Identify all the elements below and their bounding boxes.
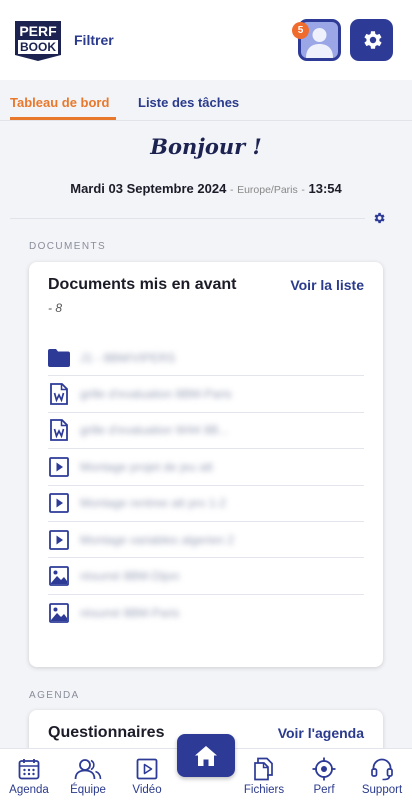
perfbook-logo: PERF BOOK: [15, 21, 61, 61]
list-item[interactable]: résumé 8BM-Paris: [48, 595, 364, 631]
home-button[interactable]: [177, 734, 235, 777]
video-file-icon: [48, 529, 70, 551]
image-file-icon: [48, 565, 70, 587]
notification-badge: 5: [292, 22, 309, 39]
dashboard-settings-gear-icon[interactable]: [372, 211, 386, 225]
nav-label: Vidéo: [132, 784, 162, 796]
current-date: Mardi 03 Septembre 2024: [70, 181, 227, 196]
section-label-agenda: AGENDA: [29, 690, 80, 701]
see-list-link[interactable]: Voir la liste: [290, 277, 364, 293]
divider: [10, 218, 365, 219]
nav-label: Perf: [313, 784, 335, 796]
home-icon: [195, 745, 217, 766]
document-name: Montage variables algerien 2: [80, 532, 235, 547]
team-icon: [74, 757, 102, 781]
nav-label: Équipe: [70, 784, 106, 796]
filter-link[interactable]: Filtrer: [74, 32, 114, 48]
see-agenda-link[interactable]: Voir l'agenda: [278, 725, 364, 741]
tab-bar: Tableau de bord Liste des tâches: [0, 80, 412, 122]
logo-text-top: PERF: [19, 23, 57, 39]
document-name: résumé 8BM-Paris: [80, 605, 180, 620]
document-name: grille d'evaluation 8BM-Paris: [80, 387, 232, 402]
target-icon: [312, 757, 336, 781]
nav-video[interactable]: Vidéo: [119, 749, 175, 800]
time-separator: -: [301, 184, 305, 196]
nav-agenda[interactable]: Agenda: [1, 749, 57, 800]
list-item[interactable]: Montage projet de jeu att: [48, 449, 364, 486]
card-title: Questionnaires: [48, 724, 165, 741]
list-item[interactable]: grille d'evaluation W44 8B...: [48, 413, 364, 450]
headset-icon: [370, 757, 394, 781]
list-item[interactable]: grille d'evaluation 8BM-Paris: [48, 376, 364, 413]
nav-perf[interactable]: Perf: [296, 749, 352, 800]
featured-documents-card: Documents mis en avant Voir la liste - 8…: [29, 262, 383, 667]
tab-dashboard[interactable]: Tableau de bord: [10, 95, 109, 110]
nav-team[interactable]: Équipe: [60, 749, 116, 800]
video-icon: [136, 757, 158, 781]
nav-label: Fichiers: [243, 784, 285, 796]
word-file-icon: [48, 419, 70, 442]
timezone: Europe/Paris: [237, 184, 298, 196]
word-file-icon: [48, 383, 70, 405]
document-name: grille d'evaluation W44 8B...: [80, 423, 229, 438]
document-name: Montage projet de jeu att: [80, 459, 213, 474]
greeting: Bonjour !: [150, 134, 262, 159]
divider: [0, 120, 412, 121]
video-file-icon: [48, 492, 70, 514]
document-list: J1 - 8BM/VIPERS grille d'evaluation 8BM-…: [48, 340, 364, 631]
document-name: Montage rentree att pro 1-2: [80, 496, 227, 511]
current-time: 13:54: [308, 181, 342, 196]
date-line: Mardi 03 Septembre 2024 - Europe/Paris -…: [0, 181, 412, 196]
nav-files[interactable]: Fichiers: [236, 749, 292, 800]
document-name: résumé 8BM-Dijon: [80, 569, 180, 584]
image-file-icon: [48, 602, 70, 624]
video-file-icon: [48, 456, 70, 478]
list-item[interactable]: Montage rentree att pro 1-2: [48, 486, 364, 522]
logo-text-bottom: BOOK: [20, 40, 56, 54]
section-label-documents: DOCUMENTS: [29, 241, 107, 252]
settings-button[interactable]: [350, 19, 393, 61]
folder-icon: [48, 347, 70, 369]
top-bar: PERF BOOK Filtrer 5: [0, 0, 412, 80]
list-item[interactable]: J1 - 8BM/VIPERS: [48, 340, 364, 377]
gear-icon: [363, 31, 382, 49]
nav-label: Agenda: [9, 784, 49, 796]
calendar-icon: [18, 757, 40, 781]
document-count: - 8: [48, 301, 63, 315]
list-item[interactable]: résumé 8BM-Dijon: [48, 558, 364, 595]
files-icon: [253, 757, 275, 781]
nav-support[interactable]: Support: [354, 749, 410, 800]
date-separator: -: [229, 184, 234, 196]
list-item[interactable]: Montage variables algerien 2: [48, 522, 364, 559]
card-title: Documents mis en avant: [48, 276, 237, 293]
nav-label: Support: [361, 784, 403, 796]
tab-task-list[interactable]: Liste des tâches: [138, 95, 239, 110]
document-name: J1 - 8BM/VIPERS: [80, 350, 176, 365]
